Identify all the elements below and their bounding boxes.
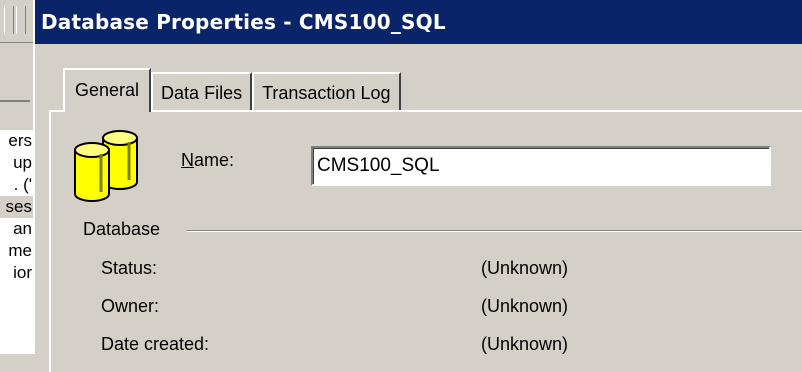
database-icon [74, 130, 138, 202]
owner-value: (Unknown) [481, 296, 569, 316]
tab-transaction-log[interactable]: Transaction Log [252, 72, 401, 112]
database-group-label: Database [83, 219, 161, 239]
list-item[interactable]: ses [0, 196, 34, 218]
list-item[interactable]: ers [0, 130, 34, 152]
name-input[interactable] [311, 146, 771, 186]
name-label-rest: ame: [194, 150, 235, 170]
background-toolbar [0, 0, 34, 43]
tab-data-files[interactable]: Data Files [151, 72, 253, 112]
status-label: Status: [101, 258, 158, 278]
status-value: (Unknown) [481, 258, 569, 278]
background-list: ers up . (' ses an me ior [0, 130, 34, 354]
list-item[interactable]: me [0, 240, 34, 262]
dialog-titlebar[interactable]: Database Properties - CMS100_SQL [35, 0, 802, 44]
date-created-label: Date created: [101, 334, 210, 354]
dialog-title: Database Properties - CMS100_SQL [41, 10, 446, 34]
list-item[interactable]: up [0, 152, 34, 174]
name-label: Name: [181, 150, 234, 171]
owner-label: Owner: [101, 296, 160, 316]
date-created-value: (Unknown) [481, 334, 569, 354]
database-properties-dialog: Database Properties - CMS100_SQL General… [33, 0, 802, 372]
tab-strip: General Data Files Transaction Log [63, 68, 401, 112]
list-item[interactable]: an [0, 218, 34, 240]
background-pane [0, 60, 30, 102]
toolbar-separator [4, 6, 14, 34]
group-divider [187, 230, 802, 232]
tab-general[interactable]: General [63, 68, 152, 112]
list-item[interactable]: ior [0, 262, 34, 284]
list-item[interactable]: . (' [0, 174, 34, 196]
toolbar-separator [16, 6, 26, 34]
name-label-mnemonic: N [181, 150, 194, 170]
